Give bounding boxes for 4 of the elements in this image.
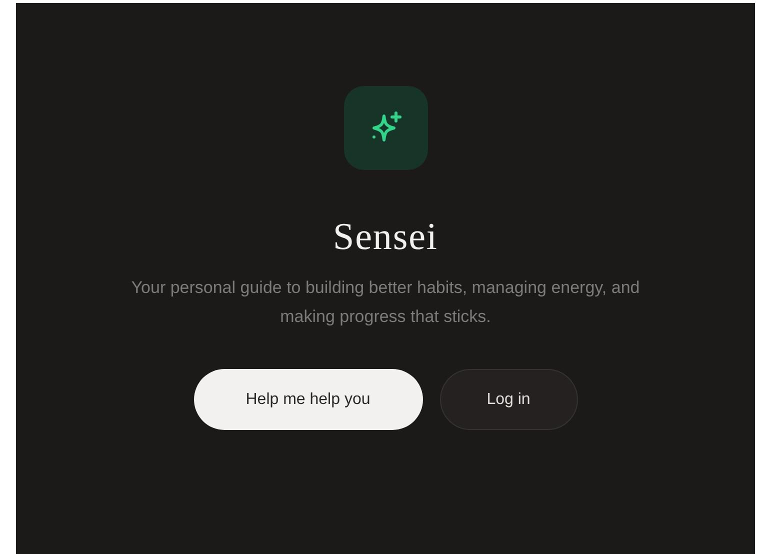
help-button[interactable]: Help me help you [194, 369, 422, 430]
app-title: Sensei [333, 215, 438, 259]
login-button[interactable]: Log in [440, 369, 578, 430]
tagline: Your personal guide to building better habits, managing energy, and making progress that sticks. [130, 277, 641, 328]
